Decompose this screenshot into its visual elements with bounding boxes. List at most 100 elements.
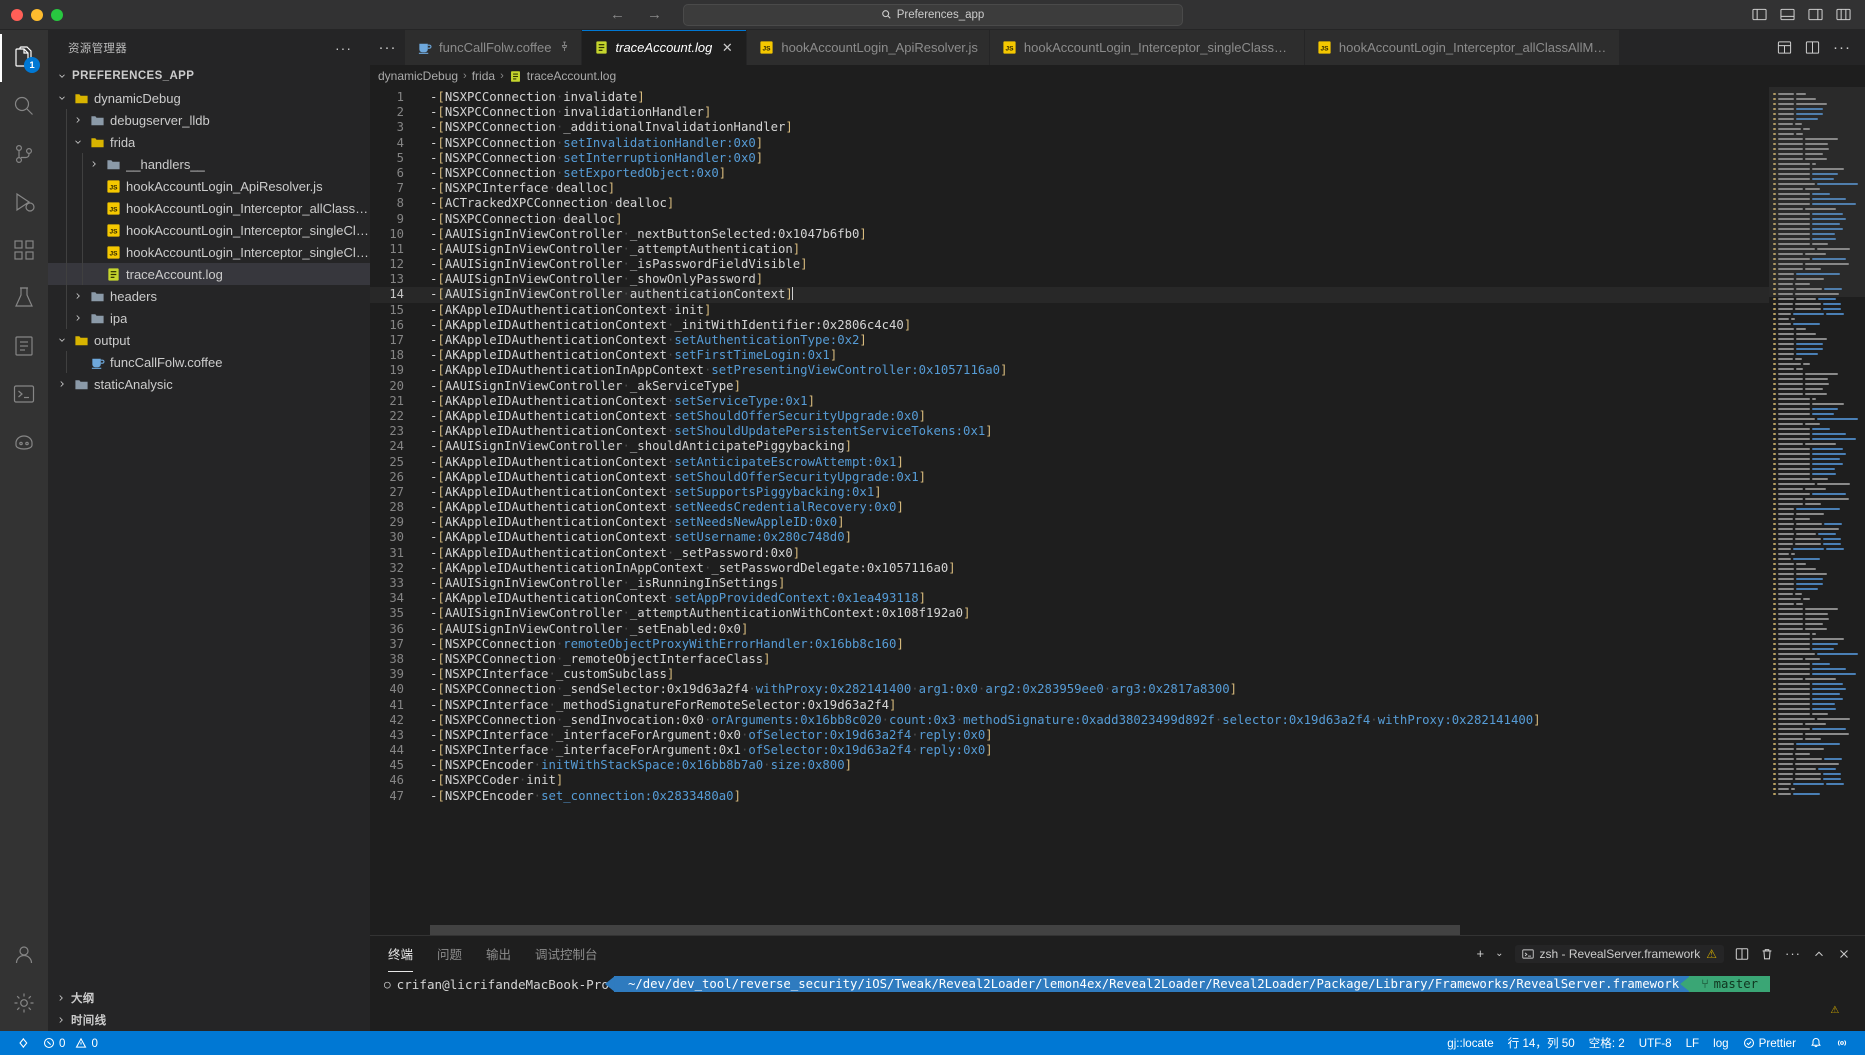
tree-item[interactable]: headers (48, 285, 370, 307)
code-line[interactable]: 18 -[AKAppleIDAuthenticationContext·setFi… (370, 348, 1769, 363)
status-eol[interactable]: LF (1679, 1031, 1707, 1055)
code-line[interactable]: 30 -[AKAppleIDAuthenticationContext·setUs… (370, 530, 1769, 545)
split-terminal-icon[interactable] (1735, 947, 1749, 961)
code-line[interactable]: 34 -[AKAppleIDAuthenticationContext·setAp… (370, 591, 1769, 606)
layout-controls[interactable] (1752, 7, 1851, 22)
explorer-root-section[interactable]: PREFERENCES_APP (48, 65, 370, 87)
panel-bottom-icon[interactable] (1780, 7, 1795, 22)
chevron-down-icon[interactable] (72, 137, 84, 147)
chevron-up-icon[interactable] (1812, 947, 1826, 961)
activity-accounts[interactable] (0, 931, 48, 979)
code-line[interactable]: 26 -[AKAppleIDAuthenticationContext·setSh… (370, 470, 1769, 485)
status-remote-explorer[interactable] (1829, 1031, 1855, 1055)
breadcrumb-part-subfolder[interactable]: frida (472, 69, 495, 83)
tree-item[interactable]: funcCallFolw.coffee (48, 351, 370, 373)
back-arrow-icon[interactable]: ← (610, 6, 625, 23)
editor-tab[interactable]: JS hookAccountLogin_Interceptor_allClassA… (1304, 30, 1620, 65)
code-line[interactable]: 4 -[NSXPCConnection·setInvalidationHandle… (370, 136, 1769, 151)
quick-open-bar[interactable]: Preferences_app (682, 3, 1183, 26)
code-line[interactable]: 47 -[NSXPCEncoder·set_connection:0x283348… (370, 789, 1769, 804)
code-line[interactable]: 33 -[AAUISignInViewController·_isRunningI… (370, 576, 1769, 591)
code-line[interactable]: 38 -[NSXPCConnection·_remoteObjectInterfa… (370, 652, 1769, 667)
code-line[interactable]: 7 -[NSXPCInterface·dealloc] (370, 181, 1769, 196)
forward-arrow-icon[interactable]: → (647, 6, 662, 23)
code-line[interactable]: 8 -[ACTrackedXPCConnection·dealloc] (370, 196, 1769, 211)
window-controls[interactable] (0, 8, 63, 21)
code-line[interactable]: 41 -[NSXPCInterface·_methodSignatureForRe… (370, 698, 1769, 713)
close-tab-icon[interactable]: ✕ (719, 40, 735, 56)
panel-left-icon[interactable] (1752, 7, 1767, 22)
status-language-mode[interactable]: log (1706, 1031, 1735, 1055)
status-cursor-position[interactable]: 行 14，列 50 (1501, 1031, 1582, 1055)
tree-item[interactable]: ipa (48, 307, 370, 329)
code-line[interactable]: 15 -[AKAppleIDAuthenticationContext·init] (370, 303, 1769, 318)
tree-item[interactable]: staticAnalysic (48, 373, 370, 395)
activity-settings[interactable] (0, 979, 48, 1027)
editor-more-actions-icon[interactable]: ··· (1833, 39, 1851, 56)
code-line[interactable]: 9 -[NSXPCConnection·dealloc] (370, 212, 1769, 227)
horizontal-scrollbar-track[interactable] (370, 925, 1769, 935)
split-layout-icon[interactable] (1777, 40, 1792, 55)
code-line[interactable]: 27 -[AKAppleIDAuthenticationContext·setSu… (370, 485, 1769, 500)
code-line[interactable]: 23 -[AKAppleIDAuthenticationContext·setSh… (370, 424, 1769, 439)
activity-testing[interactable] (0, 274, 48, 322)
code-line[interactable]: 46 -[NSXPCCoder·init] (370, 773, 1769, 788)
tree-item[interactable]: dynamicDebug (48, 87, 370, 109)
code-line[interactable]: 21 -[AKAppleIDAuthenticationContext·setSe… (370, 394, 1769, 409)
close-window-button[interactable] (11, 8, 23, 21)
terminal-profile-chevron-icon[interactable]: ⌄ (1495, 948, 1503, 959)
code-line[interactable]: 45 -[NSXPCEncoder·initWithStackSpace:0x16… (370, 758, 1769, 773)
terminal-body[interactable]: ○ crifan@licrifandeMacBook-Pro ~/dev/dev… (370, 971, 1865, 1031)
trash-icon[interactable] (1760, 947, 1774, 961)
tree-item[interactable]: JS hookAccountLogin_Interceptor_allClassA… (48, 197, 370, 219)
split-editor-icon[interactable] (1805, 40, 1820, 55)
chevron-down-icon[interactable] (56, 335, 68, 345)
breadcrumb[interactable]: dynamicDebug › frida › traceAccount.log (370, 65, 1865, 87)
sidebar-section-outline[interactable]: 大纲 (48, 987, 370, 1009)
code-line[interactable]: 3 -[NSXPCConnection·_additionalInvalidati… (370, 120, 1769, 135)
code-line[interactable]: 19 -[AKAppleIDAuthenticationInAppContext·… (370, 363, 1769, 378)
panel-right-icon[interactable] (1808, 7, 1823, 22)
breadcrumb-part-folder[interactable]: dynamicDebug (378, 69, 458, 83)
panel-tab-problems[interactable]: 问题 (437, 935, 462, 972)
status-problems[interactable]: 0 0 (36, 1031, 105, 1055)
code-line[interactable]: 5 -[NSXPCConnection·setInterruptionHandle… (370, 151, 1769, 166)
editor-tab[interactable]: JS hookAccountLogin_Interceptor_singleCla… (989, 30, 1305, 65)
new-terminal-button[interactable]: + (1477, 946, 1485, 961)
code-line[interactable]: 24 -[AAUISignInViewController·_shouldAnti… (370, 439, 1769, 454)
code-line[interactable]: 44 -[NSXPCInterface·_interfaceForArgument… (370, 743, 1769, 758)
chevron-right-icon[interactable] (72, 313, 84, 323)
navigation-arrows[interactable]: ← → (610, 6, 662, 23)
breadcrumb-part-file[interactable]: traceAccount.log (527, 69, 616, 83)
customize-layout-icon[interactable] (1836, 7, 1851, 22)
status-remote-indicator[interactable] (10, 1031, 36, 1055)
code-line[interactable]: 31 -[AKAppleIDAuthenticationContext·_setP… (370, 546, 1769, 561)
status-notifications[interactable] (1803, 1031, 1829, 1055)
status-prettier[interactable]: Prettier (1736, 1031, 1803, 1055)
code-line[interactable]: 13 -[AAUISignInViewController·_showOnlyPa… (370, 272, 1769, 287)
editor-tab[interactable]: funcCallFolw.coffee (405, 30, 582, 65)
tree-item[interactable]: debugserver_lldb (48, 109, 370, 131)
tree-item[interactable]: frida (48, 131, 370, 153)
activity-source-control[interactable] (0, 130, 48, 178)
panel-more-actions-icon[interactable]: ··· (1785, 946, 1801, 961)
sidebar-more-actions[interactable]: ··· (335, 40, 352, 56)
chevron-right-icon[interactable] (88, 159, 100, 169)
status-locate[interactable]: gj::locate (1440, 1031, 1500, 1055)
code-content[interactable]: 1 -[NSXPCConnection·invalidate] 2 -[NSXPCCo… (370, 87, 1769, 935)
activity-terminal[interactable] (0, 370, 48, 418)
code-line[interactable]: 22 -[AKAppleIDAuthenticationContext·setSh… (370, 409, 1769, 424)
chevron-right-icon[interactable] (72, 291, 84, 301)
terminal-selector[interactable]: zsh - RevealServer.framework ⚠ (1514, 944, 1724, 963)
tree-item[interactable]: __handlers__ (48, 153, 370, 175)
panel-warning-icon[interactable]: ⚠ (1831, 1001, 1839, 1017)
tree-item[interactable]: output (48, 329, 370, 351)
tree-item[interactable]: JS hookAccountLogin_ApiResolver.js (48, 175, 370, 197)
code-line[interactable]: 20 -[AAUISignInViewController·_akServiceT… (370, 379, 1769, 394)
code-line[interactable]: 11 -[AAUISignInViewController·_attemptAut… (370, 242, 1769, 257)
code-line[interactable]: 12 -[AAUISignInViewController·_isPassword… (370, 257, 1769, 272)
code-line[interactable]: 36 -[AAUISignInViewController·_setEnabled… (370, 622, 1769, 637)
tree-item[interactable]: traceAccount.log (48, 263, 370, 285)
activity-copilot[interactable] (0, 418, 48, 466)
tabs-overflow-button[interactable]: ··· (370, 30, 405, 65)
